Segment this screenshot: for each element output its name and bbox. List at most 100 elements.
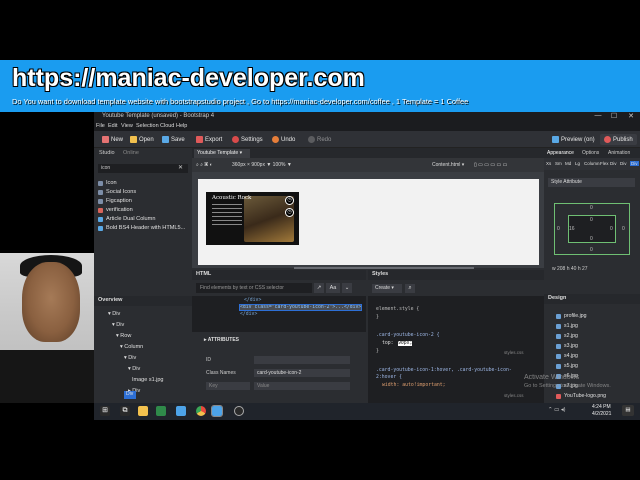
overview-node[interactable]: Image s1.jpg — [132, 377, 164, 383]
selector-div[interactable]: Div — [620, 161, 627, 166]
document-tab[interactable]: Youtube Template ▾ — [194, 149, 250, 158]
selector-flex[interactable]: Flex — [600, 161, 609, 166]
menu-view[interactable]: View — [121, 123, 133, 129]
settings-button[interactable]: Settings — [232, 134, 263, 145]
style-attribute-select[interactable]: Style Attribute — [548, 178, 635, 187]
id-field[interactable] — [254, 356, 350, 364]
css-value-editing[interactable]: 90px; — [398, 341, 413, 346]
margin-bottom[interactable]: 0 — [590, 247, 593, 253]
tab-studio[interactable]: Studio — [99, 150, 115, 156]
tab-appearance[interactable]: Appearance — [547, 150, 574, 156]
attribute-key-input[interactable]: Key — [206, 382, 250, 390]
menu-cloud[interactable]: Cloud — [160, 123, 174, 129]
system-tray-icons[interactable]: ⌃ ▭ ◂) — [548, 407, 565, 413]
selector-column[interactable]: Column — [584, 161, 600, 166]
app-icon[interactable] — [176, 406, 186, 416]
zoom-icon[interactable]: ⌕ ⌕ ▣ ◐ — [196, 162, 213, 168]
css-rule-selector[interactable]: element.style { — [376, 307, 419, 312]
breakpoint-md[interactable]: Md — [565, 161, 571, 166]
file-item[interactable]: s3.jpg — [556, 343, 578, 349]
component-item[interactable]: Bold BS4 Header with HTML5... — [98, 225, 185, 231]
overview-node[interactable]: ▾ Div — [128, 366, 140, 372]
overview-node[interactable]: ▾ Row — [116, 333, 131, 339]
maximize-button[interactable]: ☐ — [606, 112, 622, 122]
app-icon[interactable] — [234, 406, 244, 416]
padding-left[interactable]: 16 — [569, 226, 575, 232]
overview-selected-node[interactable]: Div — [126, 391, 133, 397]
component-item[interactable]: Icon — [98, 180, 117, 186]
padding-top[interactable]: 0 — [590, 217, 593, 223]
export-button[interactable]: Export — [196, 134, 222, 145]
component-item[interactable]: Article Dual Column — [98, 216, 155, 222]
file-explorer-icon[interactable] — [138, 406, 148, 416]
overview-node[interactable]: ▾ Div — [112, 322, 124, 328]
overview-node[interactable]: ▾ Div — [124, 355, 136, 361]
notification-icon[interactable]: ▤ — [622, 405, 634, 416]
preview-button[interactable]: Preview (on) — [552, 134, 595, 145]
attribute-value-input[interactable]: Value — [254, 382, 350, 390]
menu-file[interactable]: File — [96, 123, 105, 129]
new-button[interactable]: New — [102, 134, 123, 145]
overview-node[interactable]: ▾ Column — [120, 344, 143, 350]
clear-search-icon[interactable]: ✕ — [178, 164, 186, 173]
clock-date[interactable]: 4/2/2021 — [592, 411, 611, 417]
chevron-down-icon[interactable]: ⌄ — [342, 283, 352, 293]
component-item[interactable]: Figcaption — [98, 198, 132, 204]
breakpoint-lg[interactable]: Lg — [575, 161, 580, 166]
minimize-button[interactable]: — — [590, 112, 606, 122]
create-rule-button[interactable]: Create ▾ — [372, 284, 402, 293]
device-icons[interactable]: ▯ ▭ ▭ ▭ ▭ ▭ — [474, 162, 507, 168]
windows-start-icon[interactable]: ⊞ — [100, 406, 110, 416]
viewport-size[interactable]: 360px × 900px ▼ 100% ▼ — [232, 162, 292, 168]
overview-node[interactable]: ▾ Div — [108, 311, 120, 317]
padding-bottom[interactable]: 0 — [590, 236, 593, 242]
file-item[interactable]: YouTube-logo.png — [556, 393, 606, 399]
menu-help[interactable]: Help — [176, 123, 187, 129]
tab-animation[interactable]: Animation — [608, 150, 630, 156]
file-item[interactable]: s1.jpg — [556, 323, 578, 329]
file-item[interactable]: profile.jpg — [556, 313, 587, 319]
menu-selection[interactable]: Selection — [136, 123, 159, 129]
padding-right[interactable]: 0 — [610, 226, 613, 232]
size-values[interactable]: w 208 h 40 h 27 — [552, 266, 636, 274]
close-button[interactable]: ✕ — [622, 112, 640, 122]
chrome-icon[interactable] — [196, 406, 206, 416]
task-view-icon[interactable]: ⧉ — [120, 406, 130, 416]
stylesheet-link[interactable]: styles.css — [504, 350, 524, 355]
css-rule-selector[interactable]: 2:hover { — [376, 375, 402, 380]
redo-button[interactable]: Redo — [308, 134, 331, 145]
code-line[interactable]: </div> — [240, 312, 257, 317]
tab-online[interactable]: Online — [123, 150, 139, 156]
margin-right[interactable]: 0 — [622, 226, 625, 232]
margin-left[interactable]: 0 — [557, 226, 560, 232]
clock-time[interactable]: 4:24 PM — [592, 404, 611, 410]
component-item[interactable]: Social Icons — [98, 189, 136, 195]
file-item[interactable]: s5.jpg — [556, 363, 578, 369]
page-selector[interactable]: Content.html ▾ — [432, 162, 464, 168]
selector-div[interactable]: Div — [610, 161, 617, 166]
code-line-selected[interactable]: <div class="card-youtube-icon-2">...</di… — [238, 304, 363, 311]
stylesheet-link[interactable]: styles.css — [504, 393, 524, 398]
excel-icon[interactable] — [156, 406, 166, 416]
search-icon[interactable]: ⌕ — [405, 284, 415, 293]
code-line[interactable]: </div> — [244, 298, 261, 303]
attributes-title[interactable]: ▸ ATTRIBUTES — [204, 337, 239, 343]
css-property[interactable]: width: auto!important; — [382, 383, 446, 388]
save-button[interactable]: Save — [162, 134, 185, 145]
css-rule-selector[interactable]: .card-youtube-icon-2 { — [376, 333, 440, 338]
html-search-input[interactable]: Find elements by text or CSS selector — [196, 283, 312, 293]
tab-options[interactable]: Options — [582, 150, 599, 156]
file-item[interactable]: s2.jpg — [556, 333, 578, 339]
clock-icon[interactable]: ◷ — [285, 208, 294, 217]
breakpoint-sm[interactable]: Sm — [555, 161, 562, 166]
canvas-scrollbar[interactable] — [294, 267, 474, 269]
bootstrap-studio-taskbar-icon[interactable] — [211, 405, 223, 417]
undo-button[interactable]: Undo — [272, 134, 295, 145]
file-item[interactable]: s4.jpg — [556, 353, 578, 359]
publish-button[interactable]: Publish — [600, 134, 637, 145]
breakpoint-xs[interactable]: Xs — [546, 161, 551, 166]
selector-div-active[interactable]: Div — [630, 161, 639, 166]
class-names-field[interactable]: card-youtube-icon-2 — [254, 369, 350, 377]
css-rule-selector[interactable]: .card-youtube-icon-1:hover, .card-youtub… — [376, 368, 512, 373]
margin-top[interactable]: 0 — [590, 205, 593, 211]
